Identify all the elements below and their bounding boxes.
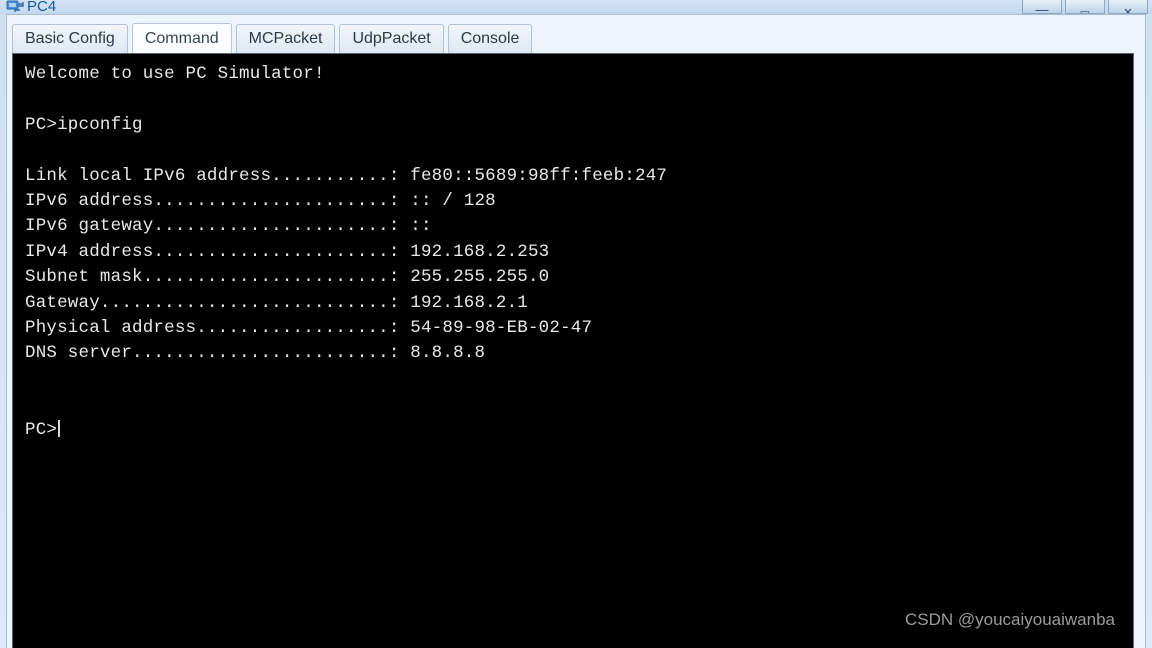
- terminal-output-line-physical-address: Physical address..................: 54-8…: [25, 318, 593, 339]
- minimize-icon: —: [1035, 2, 1049, 14]
- tab-udppacket[interactable]: UdpPacket: [339, 24, 444, 53]
- terminal-welcome-line: Welcome to use PC Simulator!: [25, 64, 325, 84]
- terminal-output[interactable]: Welcome to use PC Simulator! PC>ipconfig…: [13, 54, 1133, 648]
- terminal-output-line-subnet-mask: Subnet mask.......................: 255.…: [25, 267, 550, 288]
- terminal-output-line-ipv6-address: IPv6 address......................: :: /…: [25, 191, 496, 212]
- terminal-output-line-dns-server: DNS server........................: 8.8.…: [25, 343, 486, 364]
- window-titlebar: PC4 — ▭ ✕: [0, 0, 1152, 14]
- terminal-output-line-ipv6-gateway: IPv6 gateway......................: ::: [25, 216, 432, 237]
- tab-console[interactable]: Console: [447, 24, 533, 53]
- text-cursor: [58, 419, 61, 437]
- window-controls: — ▭ ✕: [1022, 0, 1148, 14]
- tab-basic-config[interactable]: Basic Config: [12, 24, 128, 53]
- terminal-output-line-ipv4-address: IPv4 address......................: 192.…: [25, 241, 550, 262]
- tab-command[interactable]: Command: [131, 23, 232, 53]
- terminal-output-line-gateway: Gateway...........................: 192.…: [25, 292, 528, 313]
- terminal-panel[interactable]: Welcome to use PC Simulator! PC>ipconfig…: [12, 53, 1134, 648]
- terminal-prompt: PC>: [25, 419, 58, 440]
- tab-bar: Basic Config Command MCPacket UdpPacket …: [12, 22, 533, 53]
- tab-mcpacket[interactable]: MCPacket: [235, 24, 336, 53]
- pc-simulator-window: PC4 — ▭ ✕ Basic Config Command MCPacket …: [0, 0, 1152, 648]
- terminal-output-line-link-local-ipv6: Link local IPv6 address...........: fe80…: [25, 165, 668, 186]
- watermark-text: CSDN @youcaiyouaiwanba: [904, 610, 1115, 629]
- maximize-button[interactable]: ▭: [1065, 0, 1105, 14]
- pc-device-icon: [6, 0, 24, 14]
- minimize-button[interactable]: —: [1022, 0, 1062, 14]
- close-button[interactable]: ✕: [1108, 0, 1148, 14]
- terminal-command-line: PC>ipconfig: [25, 114, 143, 135]
- window-title: PC4: [27, 0, 57, 14]
